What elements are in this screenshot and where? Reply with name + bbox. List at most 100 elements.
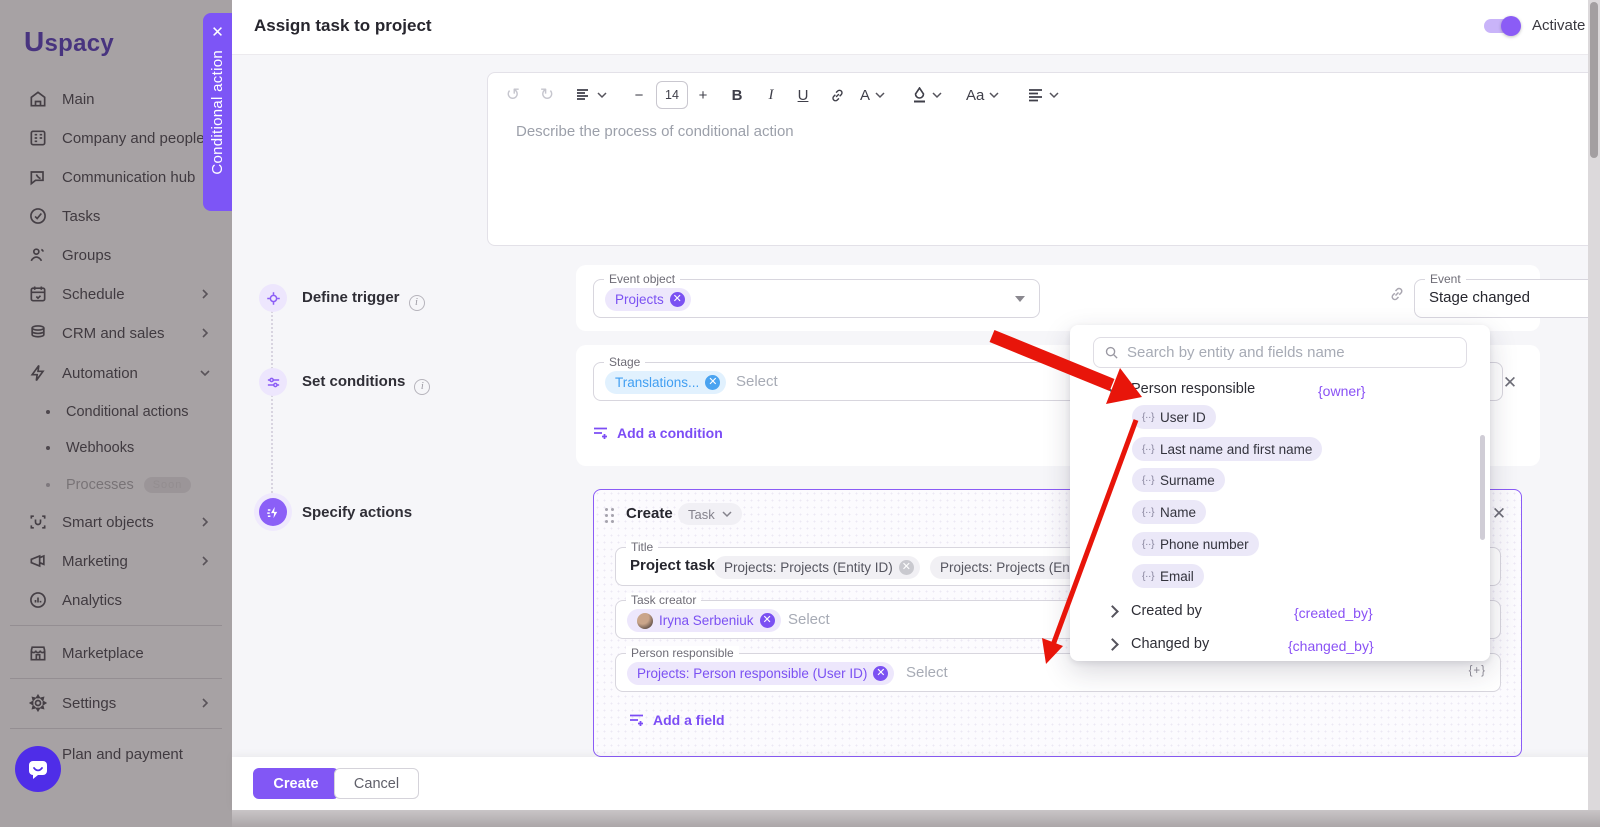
remove-action-button[interactable]: ✕ [1491, 506, 1507, 522]
link-icon [829, 87, 846, 104]
task-creator-chip[interactable]: Iryna Serbeniuk✕ [627, 609, 781, 632]
line-spacing-icon [576, 88, 592, 102]
chevron-right-icon [1106, 638, 1119, 651]
add-condition-link[interactable]: Add a condition [593, 425, 723, 441]
redo-button[interactable]: ↻ [536, 81, 558, 109]
event-object-chip[interactable]: Projects✕ [605, 288, 691, 311]
panel-footer: Create Cancel [232, 757, 1600, 810]
create-button[interactable]: Create [253, 768, 339, 799]
created-by-token: {created_by} [1294, 605, 1373, 621]
event-object-field[interactable]: Event object Projects✕ [593, 279, 1040, 318]
drag-handle[interactable] [605, 508, 614, 523]
dropdown-group-created-by[interactable]: Created by [1108, 603, 1202, 619]
info-icon[interactable]: i [409, 295, 425, 311]
italic-button[interactable]: I [760, 81, 782, 109]
avatar [637, 613, 653, 629]
title-variable-chip[interactable]: Projects: Projects (Entity ID)✕ [714, 556, 920, 579]
changed-by-token: {changed_by} [1288, 638, 1374, 654]
description-editor[interactable]: ↺ ↻ − 14 + B I U A Aa Describe th [487, 72, 1600, 246]
editor-placeholder: Describe the process of conditional acti… [516, 123, 794, 140]
page-scrollbar [1588, 0, 1600, 810]
dropdown-field-last-first-name[interactable]: {··}Last name and first name [1132, 437, 1322, 461]
dropdown-caret-icon [1015, 296, 1025, 302]
page-title: Assign task to project [254, 16, 432, 36]
remove-chip-icon[interactable]: ✕ [760, 613, 775, 628]
target-icon [266, 291, 281, 306]
action-type-chip[interactable]: Task [678, 503, 742, 525]
font-size-increase-button[interactable]: + [692, 81, 714, 109]
actions-step-icon [259, 498, 287, 526]
add-lines-icon [593, 426, 609, 441]
search-placeholder: Search by entity and fields name [1127, 344, 1345, 361]
insert-variable-button[interactable]: {+} [1469, 665, 1486, 677]
undo-button[interactable]: ↺ [502, 81, 524, 109]
dropdown-group-person-responsible[interactable]: Person responsible [1108, 381, 1255, 397]
conditional-action-tab[interactable]: ✕ Conditional action [203, 13, 232, 211]
info-icon[interactable]: i [414, 379, 430, 395]
remove-chip-icon[interactable]: ✕ [899, 560, 914, 575]
underline-button[interactable]: U [792, 81, 814, 109]
actions-step-label: Specify actions [302, 504, 412, 522]
owner-token: {owner} [1318, 383, 1365, 399]
event-value: Stage changed [1429, 289, 1530, 306]
remove-chip-icon[interactable]: ✕ [873, 666, 888, 681]
scrollbar-thumb[interactable] [1590, 2, 1598, 158]
trigger-card: Event object Projects✕ Event Stage chang… [576, 265, 1540, 331]
select-placeholder: Select [906, 664, 948, 681]
activate-toggle[interactable] [1484, 19, 1518, 33]
sliders-icon [266, 375, 281, 390]
text-format-button[interactable]: Aa [966, 81, 999, 109]
task-title-value: Project task [630, 557, 715, 574]
chat-widget-button[interactable] [15, 746, 61, 792]
chevron-down-icon [932, 92, 942, 99]
font-color-button[interactable]: A [860, 81, 885, 109]
link-button[interactable] [826, 81, 848, 109]
dropdown-field-phone-number[interactable]: {··}Phone number [1132, 532, 1259, 556]
chevron-down-icon [1106, 380, 1120, 394]
bold-button[interactable]: B [726, 81, 748, 109]
dropdown-field-email[interactable]: {··}Email [1132, 564, 1204, 588]
cancel-button[interactable]: Cancel [334, 768, 419, 799]
dropdown-scrollbar-thumb[interactable] [1480, 435, 1485, 540]
highlight-icon [912, 87, 927, 103]
add-field-link[interactable]: Add a field [629, 712, 725, 728]
trigger-step-icon [259, 284, 287, 312]
add-lines-icon [629, 713, 645, 728]
step-connector [271, 300, 273, 500]
modal-backdrop [0, 0, 232, 827]
font-size-decrease-button[interactable]: − [628, 81, 650, 109]
trigger-step-label: Define triggeri [302, 289, 425, 311]
field-search-input[interactable]: Search by entity and fields name [1093, 337, 1467, 368]
select-placeholder: Select [788, 611, 830, 628]
search-icon [1104, 345, 1119, 360]
align-button[interactable] [1028, 81, 1059, 109]
dropdown-field-name[interactable]: {··}Name [1132, 500, 1206, 524]
toggle-knob [1501, 16, 1521, 36]
dropdown-group-changed-by[interactable]: Changed by [1108, 636, 1209, 652]
event-field[interactable]: Event Stage changed [1414, 279, 1600, 318]
remove-chip-icon[interactable]: ✕ [705, 375, 720, 390]
stage-chip[interactable]: Translations...✕ [605, 371, 726, 394]
select-placeholder: Select [736, 373, 778, 390]
chevron-down-icon [1049, 92, 1059, 99]
line-spacing-button[interactable] [576, 81, 607, 109]
close-icon[interactable]: ✕ [211, 25, 224, 40]
remove-condition-button[interactable]: ✕ [1502, 375, 1518, 391]
panel-header: Assign task to project Activate after sa… [232, 0, 1600, 55]
conditional-action-tab-label: Conditional action [209, 50, 226, 175]
highlight-color-button[interactable] [912, 81, 942, 109]
person-responsible-chip[interactable]: Projects: Person responsible (User ID)✕ [627, 662, 894, 685]
chevron-down-icon [722, 511, 732, 518]
font-size-value[interactable]: 14 [656, 81, 688, 109]
dropdown-field-surname[interactable]: {··}Surname [1132, 468, 1225, 492]
conditions-step-label: Set conditionsi [302, 373, 430, 395]
backdrop-bottom-strip [232, 810, 1600, 827]
chat-bubble-icon [26, 757, 50, 781]
remove-chip-icon[interactable]: ✕ [670, 292, 685, 307]
create-action-label: Create [626, 505, 673, 522]
conditions-step-icon [259, 368, 287, 396]
link-fields-icon [1388, 285, 1406, 303]
dropdown-field-user-id[interactable]: {··}User ID [1132, 405, 1216, 429]
lightning-fast-icon [266, 505, 281, 520]
chevron-down-icon [597, 92, 607, 99]
